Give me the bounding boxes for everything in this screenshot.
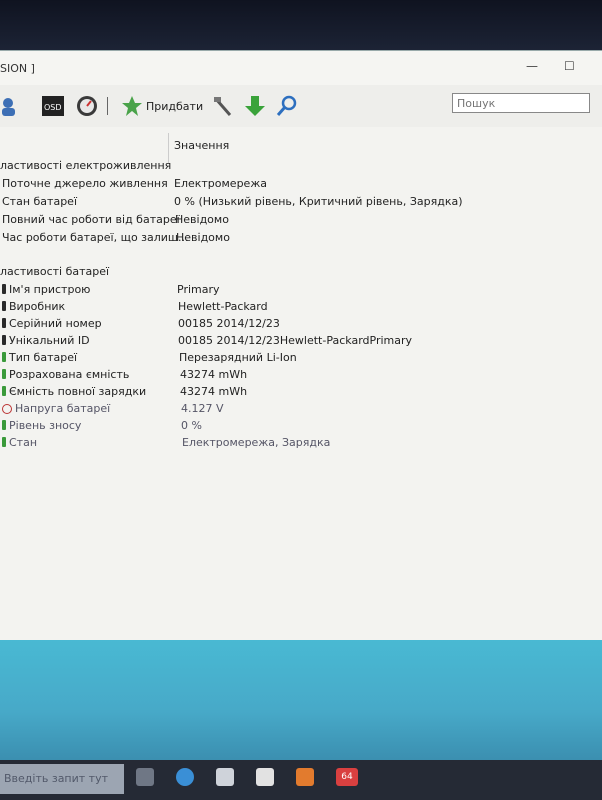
battery-icon — [2, 386, 6, 396]
table-row[interactable]: Розрахована ємність 43274 mWh — [0, 366, 602, 383]
table-row[interactable]: Поточне джерело живлення Електромережа — [0, 175, 602, 192]
row-label: Стан батареї — [2, 195, 77, 208]
toolbar: OSD Придбати — [0, 85, 602, 128]
row-value: Перезарядний Li-Ion — [179, 351, 297, 364]
taskbar-search-box[interactable]: Введіть запит тут — [0, 764, 124, 794]
search-input[interactable] — [452, 93, 590, 113]
properties-table: Значення ластивості електроживлення Пото… — [0, 127, 602, 641]
maximize-button[interactable]: ☐ — [564, 59, 575, 73]
toolbar-divider — [107, 97, 108, 115]
row-label: Серійний номер — [9, 317, 102, 330]
aida64-icon[interactable]: 64 — [336, 768, 358, 786]
search-icon[interactable] — [276, 95, 298, 117]
table-row[interactable]: Тип батареї Перезарядний Li-Ion — [0, 349, 602, 366]
group-title: ластивості електроживлення — [0, 159, 172, 172]
battery-icon — [2, 284, 6, 294]
battery-icon — [2, 301, 6, 311]
battery-icon — [2, 420, 6, 430]
table-row[interactable]: Стан батареї 0 % (Низький рівень, Критич… — [0, 193, 602, 210]
row-value: Невідомо — [175, 213, 229, 226]
row-label: Поточне джерело живлення — [2, 177, 168, 190]
table-row[interactable]: Унікальний ID 00185 2014/12/23Hewlett-Pa… — [0, 332, 602, 349]
osd-label: OSD — [44, 103, 62, 112]
battery-icon — [2, 437, 6, 447]
group-title: ластивості батареї — [0, 265, 110, 278]
row-value: 43274 mWh — [180, 368, 248, 381]
table-row[interactable]: Ім'я пристрою Primary — [0, 281, 602, 298]
osd-icon[interactable]: OSD — [42, 95, 64, 117]
table-row[interactable]: Виробник Hewlett-Packard — [0, 298, 602, 315]
download-arrow-icon[interactable] — [244, 95, 266, 117]
row-label: Ім'я пристрою — [9, 283, 91, 296]
table-row[interactable]: Ємність повної зарядки 43274 mWh — [0, 383, 602, 400]
app-window: SION ] — ☐ OSD Придбати Значен — [0, 50, 602, 641]
voltage-icon — [2, 404, 12, 414]
row-label: Унікальний ID — [9, 334, 90, 347]
table-row[interactable]: Повний час роботи від батареї Невідомо — [0, 211, 602, 228]
desktop-background — [0, 640, 602, 760]
row-label: Стан — [9, 436, 38, 449]
row-label: Тип батареї — [9, 351, 78, 364]
window-title: SION ] — [0, 62, 35, 75]
battery-icon — [2, 352, 6, 362]
store-icon[interactable] — [256, 768, 274, 786]
row-value: Невідомо — [176, 231, 230, 244]
row-label: Напруга батареї — [15, 402, 111, 415]
screen-bezel — [0, 0, 602, 50]
row-label: Розрахована ємність — [9, 368, 130, 381]
table-row[interactable]: Рівень зносу 0 % — [0, 417, 602, 434]
row-value: Primary — [177, 283, 220, 296]
battery-properties-group[interactable]: ластивості батареї — [0, 263, 602, 280]
task-view-icon[interactable] — [136, 768, 154, 786]
table-row[interactable]: Напруга батареї 4.127 V — [0, 400, 602, 417]
tools-icon[interactable] — [212, 95, 234, 117]
gauge-icon[interactable] — [76, 95, 98, 117]
row-value: Hewlett-Packard — [178, 300, 268, 313]
row-label: Виробник — [9, 300, 66, 313]
app-icon[interactable] — [296, 768, 314, 786]
table-row[interactable]: Стан Електромережа, Зарядка — [0, 434, 602, 451]
table-row[interactable]: Час роботи батареї, що залиш... Невідомо — [0, 229, 602, 246]
value-column-header[interactable]: Значення — [174, 139, 229, 152]
row-value: 00185 2014/12/23Hewlett-PackardPrimary — [178, 334, 413, 347]
power-properties-group[interactable]: ластивості електроживлення — [0, 157, 602, 174]
row-value: Електромережа, Зарядка — [182, 436, 331, 449]
row-value: 43274 mWh — [180, 385, 248, 398]
table-header: Значення — [0, 137, 602, 154]
taskbar: Введіть запит тут 64 — [0, 760, 602, 800]
row-value: 00185 2014/12/23 — [178, 317, 280, 330]
row-value: 4.127 V — [181, 402, 224, 415]
edge-browser-icon[interactable] — [176, 768, 194, 786]
add-icon[interactable] — [121, 95, 143, 117]
title-bar: SION ] — ☐ — [0, 51, 602, 85]
row-value: Електромережа — [174, 177, 267, 190]
table-row[interactable]: Серійний номер 00185 2014/12/23 — [0, 315, 602, 332]
row-value: 0 % (Низький рівень, Критичний рівень, З… — [174, 195, 463, 208]
row-label: Час роботи батареї, що залиш... — [2, 231, 189, 244]
row-label: Повний час роботи від батареї — [2, 213, 180, 226]
row-label: Ємність повної зарядки — [9, 385, 147, 398]
minimize-button[interactable]: — — [526, 59, 538, 73]
battery-icon — [2, 369, 6, 379]
row-value: 0 % — [181, 419, 202, 432]
battery-icon — [2, 335, 6, 345]
row-label: Рівень зносу — [9, 419, 82, 432]
add-button[interactable]: Придбати — [146, 100, 203, 113]
mail-icon[interactable] — [216, 768, 234, 786]
battery-icon — [2, 318, 6, 328]
user-icon[interactable] — [2, 95, 24, 117]
